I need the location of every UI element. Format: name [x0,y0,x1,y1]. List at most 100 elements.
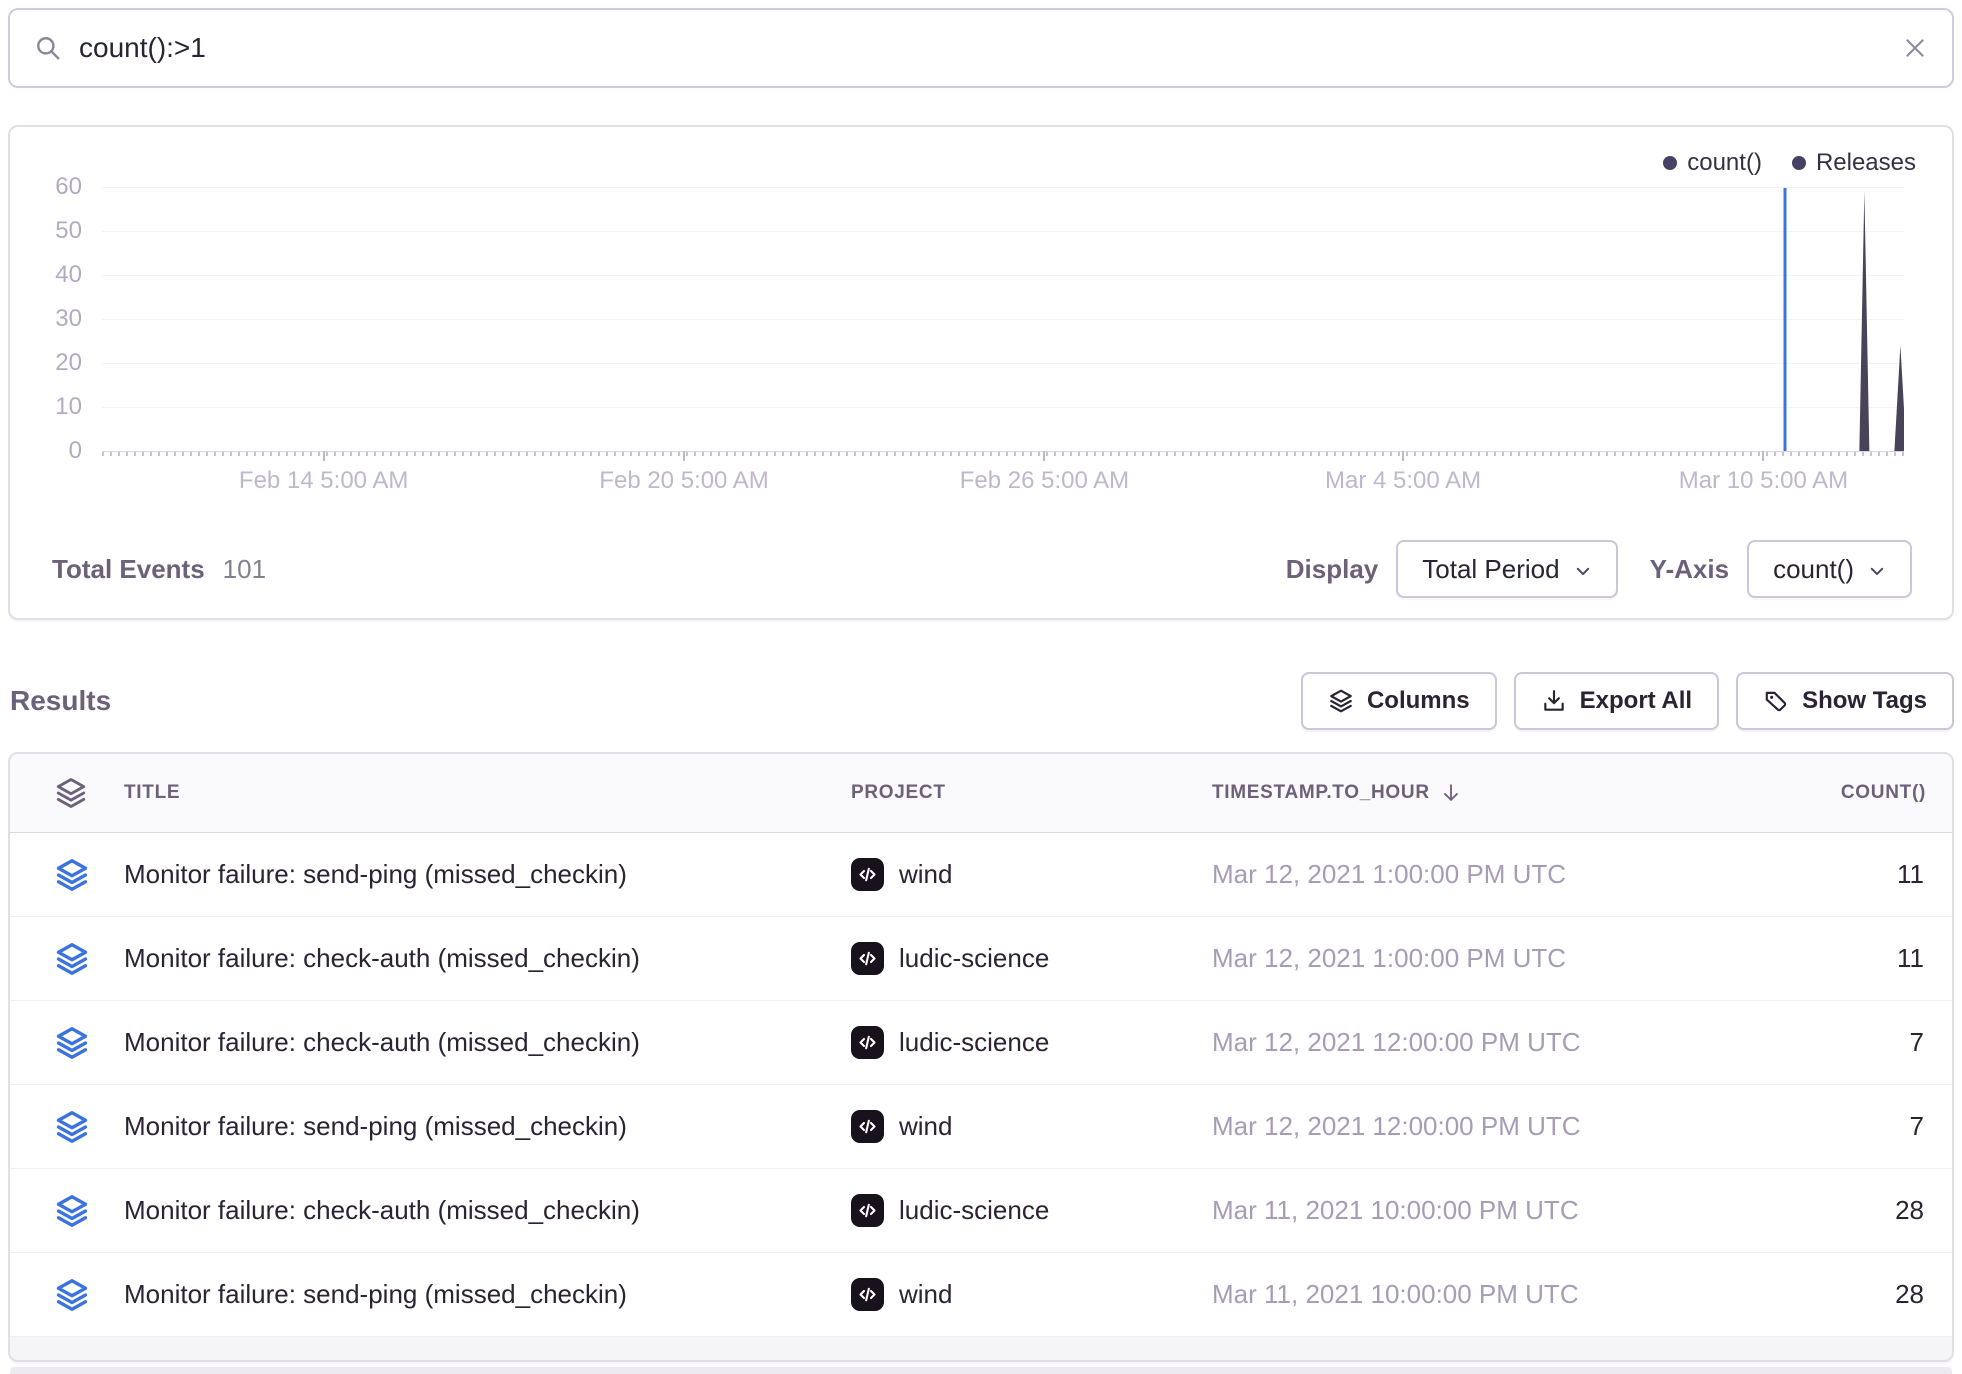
display-dropdown[interactable]: Total Period [1396,540,1617,598]
row-project: ludic-science [851,1194,1212,1227]
table-body: Monitor failure: send-ping (missed_check… [10,833,1952,1337]
code-platform-icon [851,1110,884,1143]
legend-item-releases[interactable]: Releases [1792,149,1916,177]
y-tick-label: 40 [55,261,82,289]
results-heading: Results [8,685,111,717]
columns-button[interactable]: Columns [1301,672,1497,730]
row-project-name: wind [899,1279,952,1310]
row-count: 11 [1712,943,1952,974]
row-project-name: ludic-science [899,1195,1049,1226]
y-tick-label: 20 [55,349,82,377]
chart-y-axis: 0102030405060 [10,187,92,451]
events-chart-panel: count() Releases 0102030405060 Feb 14 5:… [8,125,1954,620]
chart-x-axis: Feb 14 5:00 AMFeb 20 5:00 AMFeb 26 5:00 … [102,467,1904,497]
row-icon-cell [10,1193,124,1229]
chart-footer: Total Events 101 Display Total Period Y-… [10,526,1952,618]
count-series [102,187,1904,451]
row-project: wind [851,1278,1212,1311]
row-timestamp: Mar 12, 2021 12:00:00 PM UTC [1212,1111,1712,1142]
sort-desc-arrow-icon [1440,782,1462,804]
chart-minor-ticks [102,452,1904,456]
row-project: ludic-science [851,942,1212,975]
download-icon [1541,688,1567,714]
yaxis-dropdown-value: count() [1773,554,1854,585]
table-row[interactable]: Monitor failure: send-ping (missed_check… [10,1085,1952,1169]
layers-icon [54,857,90,893]
x-tick [1043,451,1045,461]
row-title: Monitor failure: check-auth (missed_chec… [124,943,851,974]
x-tick [1402,451,1404,461]
clear-search-icon[interactable] [1902,35,1928,61]
tag-icon [1763,688,1789,714]
row-project: ludic-science [851,1026,1212,1059]
row-title: Monitor failure: check-auth (missed_chec… [124,1195,851,1226]
row-icon-cell [10,1109,124,1145]
yaxis-dropdown[interactable]: count() [1747,540,1912,598]
layers-icon [54,1193,90,1229]
code-platform-icon [851,1278,884,1311]
row-timestamp: Mar 12, 2021 12:00:00 PM UTC [1212,1027,1712,1058]
search-bar [8,8,1954,88]
row-count: 7 [1712,1027,1952,1058]
column-header-project[interactable]: PROJECT [851,782,1212,804]
legend-label-count: count() [1687,149,1762,177]
table-row[interactable]: Monitor failure: check-auth (missed_chec… [10,917,1952,1001]
chevron-down-icon [1574,562,1592,580]
row-project-name: wind [899,859,952,890]
x-tick-label: Mar 4 5:00 AM [1325,467,1481,495]
x-tick-label: Mar 10 5:00 AM [1679,467,1848,495]
row-timestamp: Mar 11, 2021 10:00:00 PM UTC [1212,1279,1712,1310]
column-header-count[interactable]: COUNT() [1712,782,1952,804]
display-label: Display [1286,554,1379,585]
row-title: Monitor failure: send-ping (missed_check… [124,1111,851,1142]
header-icon-cell [10,776,124,810]
chart-plot [102,187,1904,451]
discover-page: count() Releases 0102030405060 Feb 14 5:… [0,0,1962,1374]
y-tick-label: 30 [55,305,82,333]
table-row[interactable]: Monitor failure: check-auth (missed_chec… [10,1001,1952,1085]
row-project-name: ludic-science [899,943,1049,974]
results-bar: Results Columns Export All Show Tags [8,670,1954,732]
layers-icon [54,1109,90,1145]
x-tick [1762,451,1764,461]
total-events-value: 101 [223,554,266,585]
show-tags-button[interactable]: Show Tags [1736,672,1954,730]
total-events-label: Total Events [52,554,205,585]
table-header-row: TITLE PROJECT TIMESTAMP.TO_HOUR COUNT() [10,754,1952,833]
show-tags-button-label: Show Tags [1802,687,1927,715]
legend-dot-releases-icon [1792,156,1806,170]
legend-label-releases: Releases [1816,149,1916,177]
count-spike [1859,191,1869,451]
row-icon-cell [10,941,124,977]
search-input[interactable] [79,32,1902,64]
table-footer [10,1337,1952,1362]
code-platform-icon [851,942,884,975]
release-marker-line [1784,188,1787,451]
pagination-stub [10,1367,1952,1374]
column-header-timestamp[interactable]: TIMESTAMP.TO_HOUR [1212,782,1712,804]
row-count: 7 [1712,1111,1952,1142]
row-project-name: ludic-science [899,1027,1049,1058]
table-row[interactable]: Monitor failure: check-auth (missed_chec… [10,1169,1952,1253]
chevron-down-icon [1868,562,1886,580]
columns-button-label: Columns [1367,687,1470,715]
chart-legend: count() Releases [1663,149,1916,177]
export-all-button[interactable]: Export All [1514,672,1719,730]
table-row[interactable]: Monitor failure: send-ping (missed_check… [10,1253,1952,1337]
row-project-name: wind [899,1111,952,1142]
row-title: Monitor failure: check-auth (missed_chec… [124,1027,851,1058]
x-tick-label: Feb 26 5:00 AM [960,467,1129,495]
row-icon-cell [10,857,124,893]
x-tick [683,451,685,461]
table-row[interactable]: Monitor failure: send-ping (missed_check… [10,833,1952,917]
legend-item-count[interactable]: count() [1663,149,1762,177]
code-platform-icon [851,858,884,891]
y-tick-label: 50 [55,217,82,245]
row-timestamp: Mar 12, 2021 1:00:00 PM UTC [1212,943,1712,974]
x-tick-label: Feb 14 5:00 AM [239,467,408,495]
y-tick-label: 60 [55,173,82,201]
layers-icon [1328,688,1354,714]
count-spike [1894,345,1904,451]
search-icon [35,35,61,61]
column-header-title[interactable]: TITLE [124,782,851,804]
